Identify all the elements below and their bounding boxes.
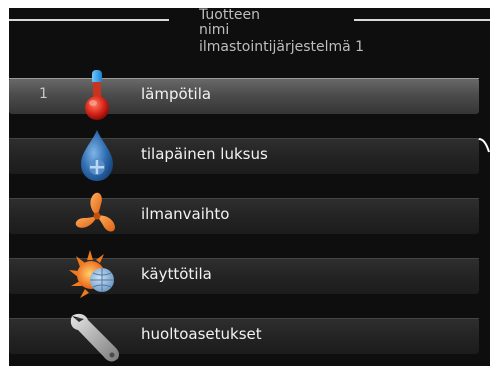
menu-item-label: ilmanvaihto (141, 205, 230, 223)
menu-item-number: 1 (39, 86, 48, 102)
menu-item-ventilation[interactable]: ilmanvaihto (9, 188, 490, 240)
menu-item-service-settings[interactable]: huoltoasetukset (9, 308, 490, 362)
header: Tuotteen nimi ilmastointijärjestelmä 1 (199, 8, 374, 55)
header-divider-left (9, 19, 169, 21)
water-drop-icon (66, 128, 128, 184)
header-divider-right (354, 19, 490, 21)
menu-item-operating-mode[interactable]: käyttötila (9, 248, 490, 300)
menu-item-temporary-luxury[interactable]: tilapäinen luksus (9, 128, 490, 181)
wrench-icon (66, 308, 128, 364)
menu-item-label: käyttötila (141, 265, 212, 283)
menu-item-label: tilapäinen luksus (141, 145, 268, 163)
sun-globe-icon (66, 248, 128, 304)
menu-item-temperature[interactable]: 1 lämpötila (9, 68, 490, 153)
thermometer-icon (66, 68, 128, 124)
screen: Tuotteen nimi ilmastointijärjestelmä 1 1 (9, 8, 490, 366)
menu-item-label: huoltoasetukset (141, 325, 262, 343)
menu-item-label: lämpötila (141, 85, 212, 103)
product-name-line-1: Tuotteen (199, 8, 260, 23)
system-subtitle: ilmastointijärjestelmä 1 (199, 40, 365, 55)
product-name-line-2: nimi (199, 23, 230, 38)
fan-icon (66, 188, 128, 244)
